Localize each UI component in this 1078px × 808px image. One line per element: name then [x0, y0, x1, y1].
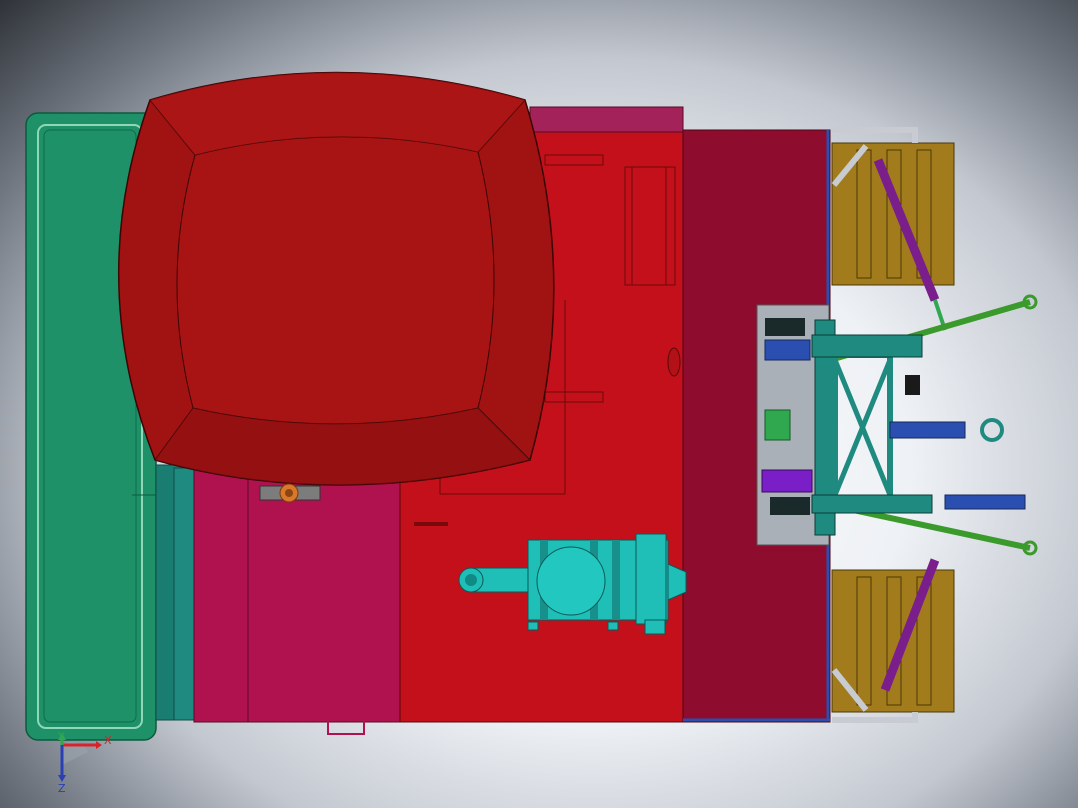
tow-hook — [259, 483, 321, 503]
cad-viewport[interactable]: X Y Z — [0, 0, 1078, 808]
pto-guard — [761, 469, 813, 493]
stabilizer-bar — [944, 494, 1026, 510]
hitch-pin-left — [764, 339, 811, 361]
body-knob — [667, 347, 681, 377]
bracket-bottom — [770, 497, 810, 515]
pto-shaft[interactable] — [764, 409, 791, 441]
small-slot — [414, 522, 448, 526]
bracket-top — [765, 318, 805, 336]
control-box — [905, 375, 920, 395]
cad-model-canvas[interactable]: X Y Z — [0, 0, 1078, 808]
side-panel[interactable] — [193, 469, 405, 735]
x-axis-label: X — [104, 734, 112, 747]
top-link[interactable] — [889, 418, 1004, 442]
y-axis-label: Y — [57, 730, 65, 743]
z-axis-label: Z — [58, 782, 66, 795]
rear-wheel-bottom[interactable] — [831, 569, 955, 723]
cab-roof[interactable] — [118, 71, 555, 486]
